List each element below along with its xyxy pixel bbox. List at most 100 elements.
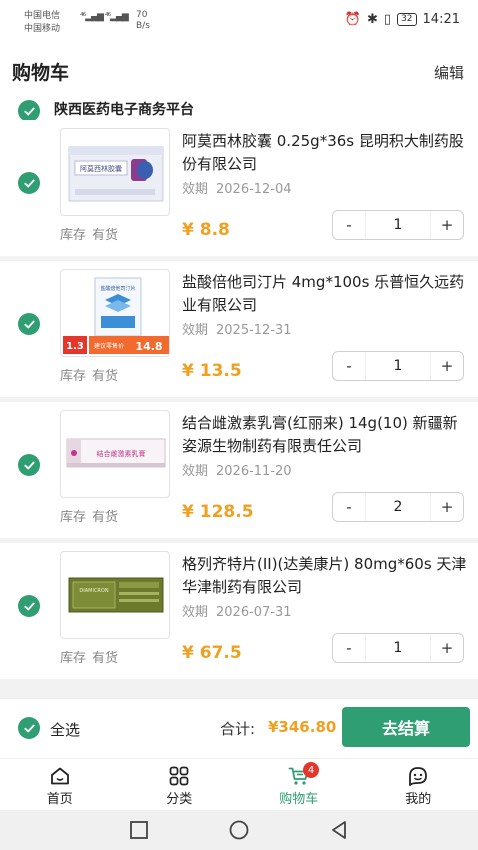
recent-apps-icon[interactable] [128,819,150,841]
stock-label: 库存 [60,651,87,666]
total-label: 合计: [220,720,256,738]
quantity-value[interactable]: 1 [365,211,431,239]
decrease-button[interactable]: - [333,211,365,239]
tab-category[interactable]: 分类 [120,759,240,810]
cart-screen: 中国电信 中国移动 ⁴⁶▂▄▆ ⁴⁶▂▄▆ 70 B/s ⏰ ✱ ▯ 32 14… [0,0,478,850]
expiry-value: 2026-12-04 [216,182,292,197]
cart-count-badge: 4 [303,762,319,778]
expiry-label: 效期 [182,323,209,338]
cart-item: 阿莫西林胶囊 库存 有货 阿莫西林胶囊 0.25g*36s 昆明积大制药股份有限公… [0,120,478,256]
tab-cart[interactable]: 4 购物车 [239,759,359,810]
stock-status: 库存 有货 [60,224,118,243]
decrease-button[interactable]: - [333,634,365,662]
checkout-button[interactable]: 去结算 [342,707,470,747]
increase-button[interactable]: + [431,352,463,380]
vibrate-icon: ▯ [383,12,392,27]
tab-category-label: 分类 [166,792,193,807]
expiry-label: 效期 [182,182,209,197]
product-name[interactable]: 阿莫西林胶囊 0.25g*36s 昆明积大制药股份有限公司 [182,130,467,176]
stock-status: 库存 有货 [60,647,118,666]
package-label: 结合雌激素乳膏 [97,449,146,458]
carrier-2: 中国移动 [24,24,61,34]
cart-item: 盐酸倍他司汀片 1.3 建议零售价 14.8 库存 有货 盐酸倍他司汀片 4mg*… [0,261,478,397]
package-label: DIAMICRON [79,588,108,594]
estrogen-cream-box-image: 结合雌激素乳膏 [66,438,166,468]
expiry-date: 效期 2026-07-31 [182,601,292,620]
quantity-stepper: - 1 + [332,351,464,381]
product-price: ¥ 13.5 [182,361,242,381]
network-speed-unit: B/s [136,21,150,31]
expiry-date: 效期 2025-12-31 [182,319,292,338]
product-name[interactable]: 格列齐特片(II)(达美康片) 80mg*60s 天津华津制药有限公司 [182,553,467,599]
item-check-icon[interactable] [18,172,40,194]
sticker-retail-label: 建议零售价 [94,342,124,350]
item-check-icon[interactable] [18,454,40,476]
increase-button[interactable]: + [431,634,463,662]
stock-status: 库存 有货 [60,506,118,525]
expiry-value: 2025-12-31 [216,323,292,338]
signal-icon: ⁴⁶▂▄▆ ⁴⁶▂▄▆ [80,12,129,22]
product-image[interactable]: 盐酸倍他司汀片 1.3 建议零售价 14.8 [60,269,170,357]
stock-value: 有货 [92,228,119,243]
system-nav-bar [0,810,478,850]
status-right: ⏰ ✱ ▯ 32 14:21 [345,12,460,27]
product-image[interactable]: 结合雌激素乳膏 [60,410,170,498]
page-title: 购物车 [12,62,70,84]
sticker-price-left: 1.3 [66,341,84,352]
network-speed-value: 70 [136,10,148,20]
item-check-icon[interactable] [18,595,40,617]
expiry-date: 效期 2026-11-20 [182,460,292,479]
product-name[interactable]: 盐酸倍他司汀片 4mg*100s 乐普恒久远药业有限公司 [182,271,467,317]
carrier-1: 中国电信 [24,11,61,21]
bottom-nav: 首页 分类 4 购物车 我的 [0,758,478,810]
decrease-button[interactable]: - [333,352,365,380]
betahistine-box-image: 盐酸倍他司汀片 1.3 建议零售价 14.8 [63,277,169,354]
product-price: ¥ 128.5 [182,502,254,522]
select-all-check-icon[interactable] [18,717,40,739]
select-all-label[interactable]: 全选 [50,719,80,740]
category-grid-icon [169,766,189,786]
cart-item: DIAMICRON 库存 有货 格列齐特片(II)(达美康片) 80mg*60s … [0,543,478,679]
quantity-stepper: - 1 + [332,633,464,663]
store-check-icon[interactable] [18,100,40,122]
tab-cart-label: 购物车 [279,792,319,807]
stock-value: 有货 [92,651,119,666]
network-speed: 70 B/s [136,10,150,32]
profile-icon [409,767,428,786]
home-circle-icon[interactable] [228,819,250,841]
expiry-label: 效期 [182,464,209,479]
amoxicillin-box-image: 阿莫西林胶囊 [68,146,164,202]
product-image[interactable]: DIAMICRON [60,551,170,639]
increase-button[interactable]: + [431,493,463,521]
decrease-button[interactable]: - [333,493,365,521]
tab-home[interactable]: 首页 [0,759,120,810]
increase-button[interactable]: + [431,211,463,239]
tab-profile-label: 我的 [405,792,432,807]
stock-label: 库存 [60,510,87,525]
package-label: 盐酸倍他司汀片 [100,285,135,292]
expiry-date: 效期 2026-12-04 [182,178,292,197]
sticker-retail-price: 14.8 [135,340,162,353]
clock: 14:21 [422,12,460,27]
back-triangle-icon[interactable] [328,819,350,841]
product-name[interactable]: 结合雌激素乳膏(红丽来) 14g(10) 新疆新姿源生物制药有限责任公司 [182,412,467,458]
product-price: ¥ 67.5 [182,643,242,663]
tab-profile[interactable]: 我的 [359,759,478,810]
edit-button[interactable]: 编辑 [434,62,464,83]
quantity-value[interactable]: 1 [365,352,431,380]
expiry-value: 2026-07-31 [216,605,292,620]
bluetooth-icon: ✱ [367,12,378,27]
stock-value: 有货 [92,369,119,384]
product-image[interactable]: 阿莫西林胶囊 [60,128,170,216]
stock-label: 库存 [60,369,87,384]
quantity-stepper: - 1 + [332,210,464,240]
product-price: ¥ 8.8 [182,220,230,240]
item-check-icon[interactable] [18,313,40,335]
stock-value: 有货 [92,510,119,525]
home-icon [50,767,69,785]
store-header: 陕西医药电子商务平台 [0,98,478,122]
quantity-value[interactable]: 2 [365,493,431,521]
quantity-value[interactable]: 1 [365,634,431,662]
checkout-bar: 全选 合计: ¥346.80 去结算 [0,698,478,758]
cart-item: 结合雌激素乳膏 库存 有货 结合雌激素乳膏(红丽来) 14g(10) 新疆新姿源生… [0,402,478,538]
